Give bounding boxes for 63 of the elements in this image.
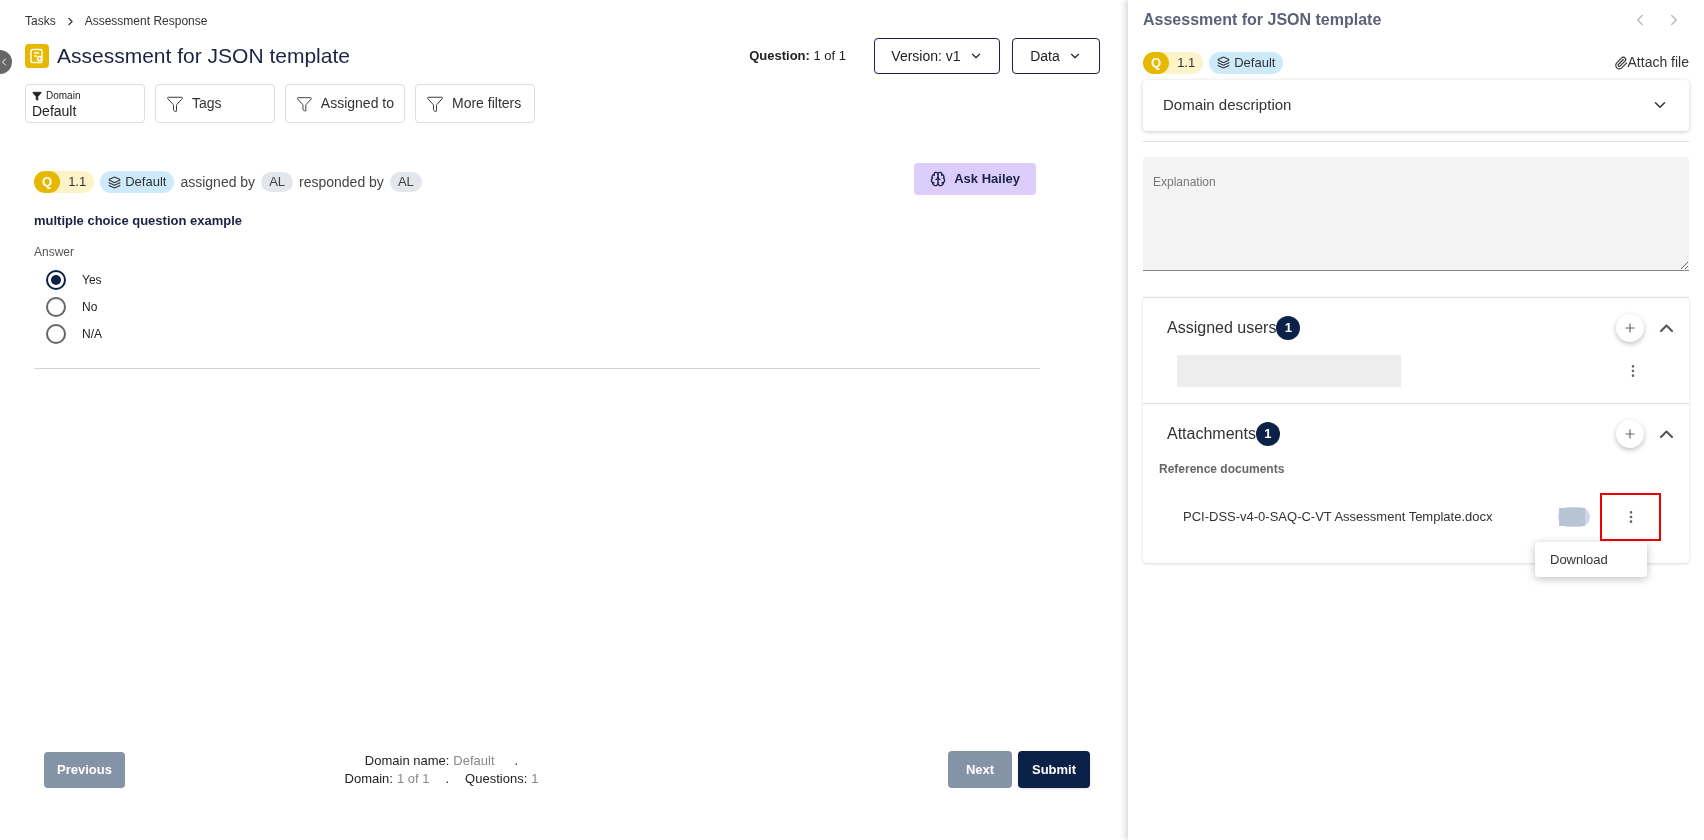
question-counter: Question: 1 of 1 xyxy=(749,47,846,66)
domain-badge: Default xyxy=(100,171,175,193)
plus-icon xyxy=(1623,426,1637,441)
file-name: PCI-DSS-v4-0-SAQ-C-VT Assessment Template.docx xyxy=(1183,507,1493,526)
separator-dot: . xyxy=(514,751,519,770)
user-initials: AL xyxy=(389,172,422,192)
filter-icon xyxy=(32,90,42,101)
answer-label: Answer xyxy=(34,243,75,261)
option-label: No xyxy=(82,298,98,316)
explanation-field[interactable]: Explanation xyxy=(1143,156,1689,271)
toggle-switch[interactable] xyxy=(1558,506,1590,527)
filter-icon xyxy=(426,94,444,113)
filter-icon xyxy=(166,94,184,113)
question-text: multiple choice question example xyxy=(34,212,244,230)
field-label: Questions: xyxy=(465,769,528,788)
separator-dot: . xyxy=(445,769,450,788)
responded-label: responded by xyxy=(299,172,384,192)
submit-button[interactable]: Submit xyxy=(1018,751,1090,788)
collapse-button[interactable] xyxy=(1660,429,1673,438)
field-label: Domain: xyxy=(344,769,393,788)
question-number-badge: Q 1.1 xyxy=(34,171,95,193)
filter-button[interactable]: More filters xyxy=(415,84,535,123)
dropdown-button[interactable]: Version: v1 xyxy=(874,38,1000,74)
attach-file-link[interactable]: Attach file xyxy=(1613,52,1689,74)
section-title: Assigned users xyxy=(1167,317,1277,338)
field-label: Domain name: xyxy=(364,751,450,770)
user-initials: AL xyxy=(261,172,294,192)
chevron-up-icon xyxy=(1660,429,1673,438)
panel-title: Assessment for JSON template xyxy=(1143,10,1382,30)
layers-icon xyxy=(1217,56,1231,70)
count-badge: 1 xyxy=(1255,421,1280,446)
field-value: Default xyxy=(453,751,495,770)
radio-button[interactable] xyxy=(46,323,66,344)
paperclip-icon xyxy=(1613,55,1628,70)
plus-icon xyxy=(1623,320,1637,335)
field-value: 1 xyxy=(531,769,539,788)
layers-icon xyxy=(108,175,122,189)
brain-icon xyxy=(930,171,947,187)
assigned-label: assigned by xyxy=(180,172,256,192)
dropdown-button[interactable]: Data xyxy=(1012,38,1100,74)
ask-hailey-button[interactable]: Ask Hailey xyxy=(914,163,1036,195)
breadcrumb-current: Assessment Response xyxy=(84,13,208,30)
breadcrumb-link[interactable]: Tasks xyxy=(25,12,56,30)
question-number-badge: Q 1.1 xyxy=(1143,52,1204,74)
collapse-button[interactable] xyxy=(1660,323,1673,332)
document-icon xyxy=(25,44,49,68)
field-value: 1 of 1 xyxy=(396,769,430,788)
domain-description-accordion[interactable]: Domain description xyxy=(1143,79,1689,131)
section-title: Attachments xyxy=(1167,423,1256,444)
group-label: Reference documents xyxy=(1159,460,1286,478)
menu-item[interactable]: Download xyxy=(1535,549,1647,569)
domain-filter[interactable]: Domain Default xyxy=(25,84,145,123)
option-label: Yes xyxy=(82,271,102,289)
page-title: Assessment for JSON template xyxy=(57,43,350,70)
chevron-up-icon xyxy=(1660,323,1673,332)
radio-button[interactable] xyxy=(46,296,66,317)
domain-badge: Default xyxy=(1209,52,1284,74)
count-badge: 1 xyxy=(1276,315,1301,340)
filter-button[interactable]: Tags xyxy=(155,84,275,123)
filter-icon xyxy=(296,94,313,113)
filter-button[interactable]: Assigned to xyxy=(285,84,405,123)
option-label: N/A xyxy=(82,325,102,343)
radio-button[interactable] xyxy=(46,269,66,290)
